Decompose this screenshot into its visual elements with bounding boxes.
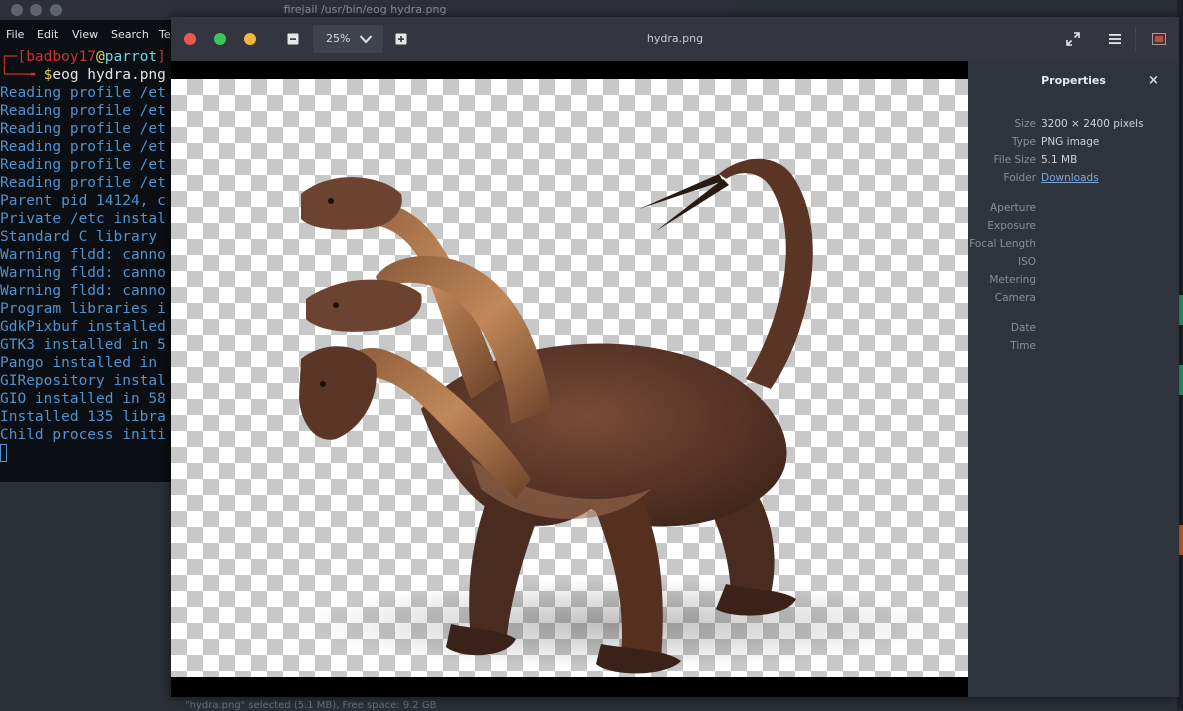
output-line: Warning fldd: canno <box>0 283 166 299</box>
output-line: Reading profile /et <box>0 157 166 173</box>
viewer-headerbar: 25% hydra.png <box>171 17 1179 61</box>
command-text: eog hydra.png <box>52 67 166 83</box>
output-line: Reading profile /et <box>0 85 166 101</box>
menu-edit[interactable]: Edit <box>37 28 58 41</box>
property-label: ISO <box>1017 256 1036 268</box>
output-line: GdkPixbuf installed <box>0 319 166 335</box>
property-label: Size <box>1014 118 1036 130</box>
terminal-minimize-button[interactable] <box>30 4 42 16</box>
property-label: Metering <box>989 274 1036 286</box>
property-label: Exposure <box>987 220 1036 232</box>
zoom-out-icon <box>287 33 299 45</box>
property-value: 3200 × 2400 pixels <box>1041 118 1144 130</box>
gallery-button[interactable] <box>1149 29 1169 49</box>
close-properties-button[interactable]: × <box>1148 73 1159 88</box>
prompt-line: ┌─[badboy17@parrot] <box>0 49 166 65</box>
output-line: Warning fldd: canno <box>0 265 166 281</box>
folder-link[interactable]: Downloads <box>1041 172 1099 184</box>
command-line: └──╼ $eog hydra.png <box>0 67 166 83</box>
terminal-cursor <box>0 444 7 462</box>
prompt-user: badboy17 <box>26 49 97 65</box>
output-line: Private /etc instal <box>0 211 166 227</box>
background-window-edge <box>1179 365 1183 395</box>
property-row-file-size: File Size 5.1 MB <box>968 154 1179 172</box>
property-row-size: Size 3200 × 2400 pixels <box>968 118 1179 136</box>
zoom-value: 25% <box>326 32 351 45</box>
output-line: Warning fldd: canno <box>0 247 166 263</box>
property-row-metering: Metering <box>968 274 1179 292</box>
property-label: File Size <box>993 154 1036 166</box>
property-row-date: Date <box>968 322 1179 340</box>
minimize-button[interactable] <box>244 33 256 45</box>
property-value: 5.1 MB <box>1041 154 1078 166</box>
chevron-down-icon <box>359 35 373 44</box>
fullscreen-button[interactable] <box>1063 29 1083 49</box>
prompt-at: @ <box>96 49 105 65</box>
output-line: Reading profile /et <box>0 139 166 155</box>
image-canvas[interactable] <box>171 61 968 697</box>
zoom-in-icon <box>395 33 407 45</box>
properties-sidebar: Properties × Size 3200 × 2400 pixels Typ… <box>968 61 1179 697</box>
property-label: Date <box>1010 322 1036 334</box>
transparency-checkerboard <box>171 79 968 677</box>
terminal-close-button[interactable] <box>11 4 23 16</box>
property-row-folder: Folder Downloads <box>968 172 1179 190</box>
output-line: Child process initi <box>0 427 166 443</box>
menu-terminal[interactable]: Te <box>159 28 171 41</box>
image-viewer-window: 25% hydra.png Properties × Size 3200 × 2… <box>171 17 1179 697</box>
background-window-edge <box>1179 295 1183 325</box>
menu-button[interactable] <box>1105 29 1125 49</box>
zoom-dropdown[interactable]: 25% <box>313 25 383 53</box>
output-line: Installed 135 libra <box>0 409 166 425</box>
property-label: Camera <box>994 292 1036 304</box>
terminal-maximize-button[interactable] <box>50 4 62 16</box>
property-label: Folder <box>1003 172 1036 184</box>
property-row-aperture: Aperture <box>968 202 1179 220</box>
property-label: Focal Length <box>969 238 1036 250</box>
output-line: Reading profile /et <box>0 175 166 191</box>
property-label: Time <box>1010 340 1036 352</box>
zoom-out-button[interactable] <box>283 29 303 49</box>
output-line: Program libraries i <box>0 301 166 317</box>
property-row-time: Time <box>968 340 1179 358</box>
output-line: GIO installed in 58 <box>0 391 166 407</box>
terminal-title: firejail /usr/bin/eog hydra.png <box>283 3 447 16</box>
prompt-host: parrot <box>104 49 158 65</box>
file-manager-status: "hydra.png" selected (5.1 MB), Free spac… <box>185 700 437 711</box>
hamburger-menu-icon <box>1109 34 1121 44</box>
property-row-camera: Camera <box>968 292 1179 310</box>
close-button[interactable] <box>184 33 196 45</box>
output-line: Pango installed in <box>0 355 158 371</box>
property-value: PNG image <box>1041 136 1100 148</box>
menu-search[interactable]: Search <box>111 28 149 41</box>
output-line: GTK3 installed in 5 <box>0 337 166 353</box>
property-row-exposure: Exposure <box>968 220 1179 238</box>
output-line: Reading profile /et <box>0 121 166 137</box>
menu-view[interactable]: View <box>72 28 98 41</box>
property-label: Aperture <box>990 202 1036 214</box>
image-gallery-icon <box>1152 33 1166 45</box>
output-line: Reading profile /et <box>0 103 166 119</box>
background-window-edge <box>1179 525 1183 555</box>
hydra-image <box>299 158 941 674</box>
output-line: Standard C library <box>0 229 158 245</box>
property-row-focal-length: Focal Length <box>968 238 1179 256</box>
zoom-in-button[interactable] <box>391 29 411 49</box>
menu-file[interactable]: File <box>6 28 24 41</box>
maximize-button[interactable] <box>214 33 226 45</box>
window-title: hydra.png <box>646 32 704 45</box>
headerbar-separator <box>1135 27 1136 51</box>
property-row-iso: ISO <box>968 256 1179 274</box>
property-label: Type <box>1011 136 1036 148</box>
property-row-type: Type PNG image <box>968 136 1179 154</box>
output-line: GIRepository instal <box>0 373 166 389</box>
output-line: Parent pid 14124, c <box>0 193 166 209</box>
fullscreen-icon <box>1066 32 1080 46</box>
